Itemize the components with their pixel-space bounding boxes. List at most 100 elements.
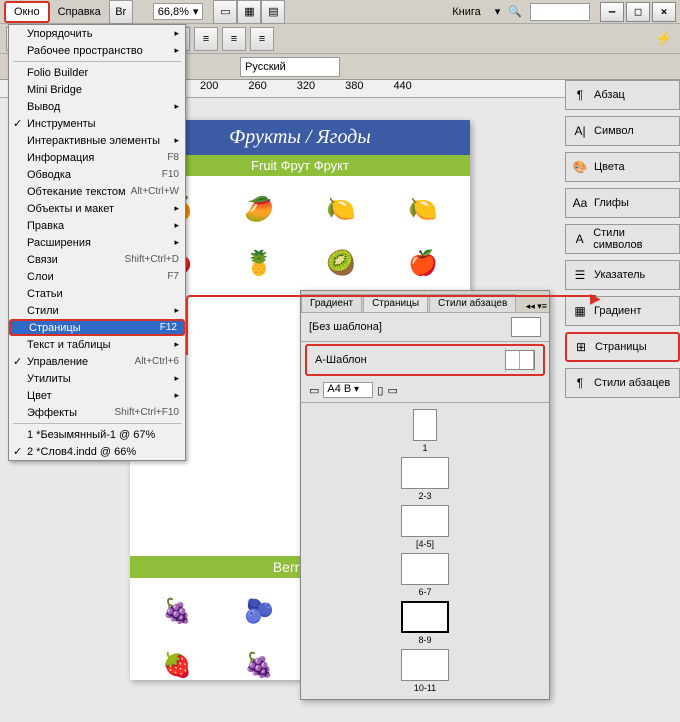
panel-label: Указатель [594, 269, 645, 281]
menu-item[interactable]: Упорядочить [9, 25, 185, 42]
panel-tab-Указатель[interactable]: ☰Указатель [565, 260, 680, 290]
panel-icon: ¶ [572, 375, 588, 391]
menu-item[interactable]: Интерактивные элементы [9, 132, 185, 149]
menu-item[interactable]: СвязиShift+Ctrl+D [9, 251, 185, 268]
menu-item[interactable]: Статьи [9, 285, 185, 302]
chevron-down-icon: ▾ [495, 5, 501, 18]
fruit-image: 🥝 [302, 238, 380, 288]
panel-label: Страницы [595, 341, 647, 353]
menu-item[interactable]: Обтекание текстомAlt+Ctrl+W [9, 183, 185, 200]
panel-label: Градиент [594, 305, 641, 317]
master-none[interactable]: [Без шаблона] [301, 313, 549, 342]
fruit-image: 🍋 [384, 184, 462, 234]
panel-tab-Градиент[interactable]: ▦Градиент [565, 296, 680, 326]
view-btn-3[interactable]: ▤ [261, 0, 285, 24]
page-tool-icon: ▭ [309, 384, 319, 397]
page-format-row: ▭ A4 В ▾ ▯ ▭ [301, 378, 549, 403]
page-thumbnail[interactable] [401, 649, 449, 681]
align-justify-icon[interactable]: ≡ [250, 27, 274, 51]
panel-menu-icon[interactable]: ◂◂ ▾≡ [524, 301, 549, 312]
menu-item[interactable]: Правка [9, 217, 185, 234]
view-btn-2[interactable]: ▦ [237, 0, 261, 24]
panel-tab[interactable]: Стили абзацев [429, 294, 516, 312]
page-thumbnail[interactable] [401, 553, 449, 585]
panel-tab[interactable]: Страницы [363, 294, 428, 312]
panel-tab-Стили абзацев[interactable]: ¶Стили абзацев [565, 368, 680, 398]
menu-item[interactable]: Объекты и макет [9, 200, 185, 217]
menu-item[interactable]: Инструменты [9, 115, 185, 132]
panel-label: Символ [594, 125, 634, 137]
menu-help[interactable]: Справка [50, 3, 109, 21]
panel-tab[interactable]: Градиент [301, 294, 362, 312]
panel-label: Цвета [594, 161, 625, 173]
search-icon: 🔍 [508, 5, 522, 18]
page-thumbnail[interactable] [401, 457, 449, 489]
bridge-icon[interactable]: Br [109, 0, 133, 24]
page-number-label: [4-5] [416, 539, 434, 549]
fruit-image: 🍍 [220, 238, 298, 288]
menu-bar: Окно Справка Br 66,8%▾ ▭ ▦ ▤ Книга ▾ 🔍 –… [0, 0, 680, 24]
menu-item[interactable]: Утилиты [9, 370, 185, 387]
menu-item[interactable]: Стили [9, 302, 185, 319]
menu-item[interactable]: Текст и таблицы [9, 336, 185, 353]
panel-icon: Aa [572, 195, 588, 211]
menu-item[interactable]: Расширения [9, 234, 185, 251]
window-menu-dropdown: УпорядочитьРабочее пространство Folio Bui… [8, 24, 186, 461]
close-button[interactable]: × [652, 2, 676, 22]
zoom-select[interactable]: 66,8%▾ [153, 3, 204, 20]
orientation-portrait-icon[interactable]: ▯ [377, 384, 383, 397]
menu-item[interactable]: СлоиF7 [9, 268, 185, 285]
panel-tab-Стили символов[interactable]: AСтили символов [565, 224, 680, 254]
master-a-thumb [505, 350, 535, 370]
menu-item[interactable]: Folio Builder [9, 64, 185, 81]
menu-window[interactable]: Окно [4, 1, 50, 23]
master-a[interactable]: A-Шаблон [305, 344, 545, 376]
fruit-image: 🥭 [220, 184, 298, 234]
pages-panel: ГрадиентСтраницыСтили абзацев ◂◂ ▾≡ [Без … [300, 290, 550, 700]
menu-item[interactable]: Цвет [9, 387, 185, 404]
menu-item[interactable]: УправлениеAlt+Ctrl+6 [9, 353, 185, 370]
maximize-button[interactable]: □ [626, 2, 650, 22]
align-center-icon[interactable]: ≡ [194, 27, 218, 51]
panel-icon: 🎨 [572, 159, 588, 175]
search-input[interactable] [530, 3, 590, 21]
berry-image: 🍇 [220, 640, 298, 690]
panel-label: Глифы [594, 197, 629, 209]
panel-tab-Цвета[interactable]: 🎨 Цвета [565, 152, 680, 182]
panel-label: Абзац [594, 89, 625, 101]
menu-item[interactable]: 2 *Слов4.indd @ 66% [9, 443, 185, 460]
menu-item[interactable]: Mini Bridge [9, 81, 185, 98]
minimize-button[interactable]: – [600, 2, 624, 22]
page-thumbnail[interactable] [401, 601, 449, 633]
page-number-label: 6-7 [418, 587, 431, 597]
menu-item[interactable]: СтраницыF12 [9, 319, 185, 336]
quick-apply-icon[interactable]: ⚡ [654, 29, 674, 49]
page-number-label: 1 [422, 443, 427, 453]
menu-item[interactable]: Рабочее пространство [9, 42, 185, 59]
page-thumbnail[interactable] [401, 505, 449, 537]
panel-tab-Абзац[interactable]: ¶Абзац [565, 80, 680, 110]
master-none-thumb [511, 317, 541, 337]
menu-item[interactable]: Вывод [9, 98, 185, 115]
page-number-label: 2-3 [418, 491, 431, 501]
panel-icon: A [572, 231, 587, 247]
page-thumbnail[interactable] [413, 409, 437, 441]
berry-image: 🍓 [138, 640, 216, 690]
panel-tab-Глифы[interactable]: Aa Глифы [565, 188, 680, 218]
align-right-icon[interactable]: ≡ [222, 27, 246, 51]
view-btn-1[interactable]: ▭ [213, 0, 237, 24]
menu-item[interactable]: ЭффектыShift+Ctrl+F10 [9, 404, 185, 421]
panel-tab-Страницы[interactable]: ⊞Страницы [565, 332, 680, 362]
orientation-landscape-icon[interactable]: ▭ [387, 384, 397, 397]
menu-item[interactable]: ОбводкаF10 [9, 166, 185, 183]
panel-tab-Символ[interactable]: A|Символ [565, 116, 680, 146]
fruit-image: 🍎 [384, 238, 462, 288]
page-format-select[interactable]: A4 В ▾ [323, 382, 373, 398]
language-select[interactable]: Русский [240, 57, 340, 77]
page-number-label: 10-11 [414, 683, 436, 693]
book-label: Книга [446, 6, 487, 18]
menu-item[interactable]: 1 *Безымянный-1 @ 67% [9, 426, 185, 443]
menu-item[interactable]: ИнформацияF8 [9, 149, 185, 166]
berry-image: 🫐 [220, 586, 298, 636]
chevron-down-icon: ▾ [193, 5, 199, 18]
